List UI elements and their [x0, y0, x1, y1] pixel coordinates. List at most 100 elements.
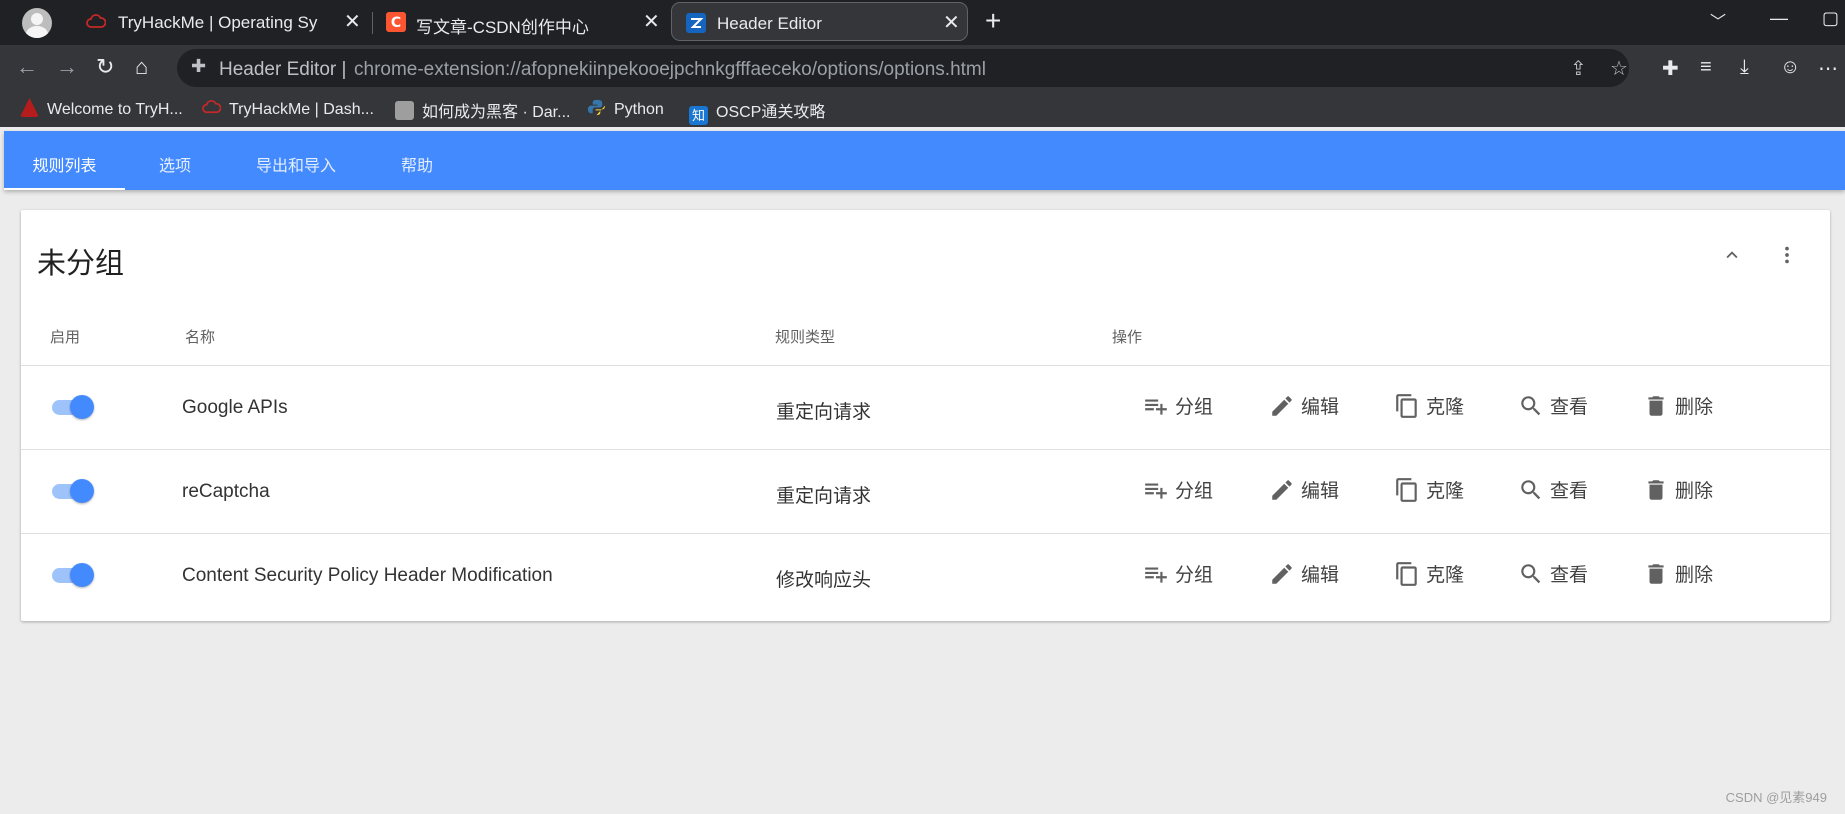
group-button[interactable]: 分组	[1143, 392, 1213, 422]
browser-tab-tryhackme[interactable]: TryHackMe | Operating System ✕	[82, 0, 365, 45]
delete-button[interactable]: 删除	[1643, 560, 1713, 590]
search-icon	[1521, 564, 1541, 584]
rule-type: 重定向请求	[776, 402, 872, 423]
bookmark-welcome-tryhackme[interactable]: Welcome to TryH...	[20, 98, 183, 120]
more-menu-icon[interactable]: ⋯	[1818, 56, 1838, 81]
browser-tab-header-editor[interactable]: Header Editor ✕	[671, 2, 968, 41]
edit-button[interactable]: 编辑	[1269, 392, 1339, 422]
bookmark-star-icon[interactable]: ☆	[1610, 56, 1628, 81]
pencil-icon	[1272, 396, 1292, 416]
rule-type: 重定向请求	[776, 486, 872, 507]
profile-avatar-icon[interactable]	[22, 8, 52, 38]
header-editor-logo-icon	[686, 13, 706, 33]
home-icon[interactable]: ⌂	[135, 54, 148, 80]
app-nav-bar: 规则列表 选项 导出和导入 帮助	[4, 131, 1845, 190]
bookmark-oscp[interactable]: 知 OSCP通关攻略	[689, 98, 825, 125]
rule-name: Google APIs	[182, 397, 288, 418]
rule-group-card: 未分组 启用 名称 规则类型 操作 Google APIs 重定向请求 分组 编…	[21, 210, 1830, 621]
column-header-name: 名称	[185, 329, 216, 346]
enable-toggle[interactable]	[52, 477, 94, 505]
account-icon[interactable]: ☺	[1780, 56, 1800, 79]
reading-list-icon[interactable]: ≡	[1700, 56, 1712, 79]
delete-button[interactable]: 删除	[1643, 476, 1713, 506]
bookmark-python[interactable]: Python	[587, 98, 664, 120]
column-header-type: 规则类型	[775, 329, 836, 346]
csdn-watermark: CSDN @见素949	[1725, 790, 1827, 805]
share-icon[interactable]: ⇪	[1570, 56, 1587, 81]
enable-toggle[interactable]	[52, 561, 94, 589]
zhihu-logo-icon: 知	[689, 106, 708, 125]
tab-help[interactable]: 帮助	[367, 131, 467, 190]
trash-icon	[1648, 564, 1664, 584]
collapse-chevron-up-icon[interactable]	[1721, 244, 1743, 266]
python-logo-icon	[587, 99, 606, 116]
csdn-logo-icon: C	[386, 12, 406, 32]
download-icon[interactable]: ⤓	[1740, 56, 1749, 79]
group-button[interactable]: 分组	[1143, 476, 1213, 506]
tryhackme-cloud-icon	[202, 99, 221, 114]
table-row: Google APIs 重定向请求 分组 编辑 克隆 查看 删除	[21, 366, 1830, 449]
table-row: Content Security Policy Header Modificat…	[21, 534, 1830, 617]
rule-name: reCaptcha	[182, 481, 270, 502]
bookmark-how-to-become-hacker[interactable]: 如何成为黑客 · Dar...	[395, 98, 570, 121]
tab-options[interactable]: 选项	[125, 131, 225, 190]
copy-icon	[1396, 562, 1417, 586]
bookmark-tryhackme-dashboard[interactable]: TryHackMe | Dash...	[202, 98, 374, 120]
close-tab-icon[interactable]: ✕	[943, 10, 960, 35]
extension-puzzle-icon: ✚	[191, 56, 207, 76]
enable-toggle[interactable]	[52, 393, 94, 421]
more-vert-icon[interactable]	[1776, 244, 1798, 266]
pencil-icon	[1272, 564, 1292, 584]
playlist-add-icon	[1145, 567, 1167, 583]
close-tab-icon[interactable]: ✕	[643, 9, 660, 34]
table-row: reCaptcha 重定向请求 分组 编辑 克隆 查看 删除	[21, 450, 1830, 533]
browser-toolbar: ← → ↻ ⌂ ✚ Header Editor | chrome-extensi…	[0, 45, 1845, 90]
omnibox-url[interactable]: chrome-extension://afopnekiinpekooejpchn…	[354, 59, 986, 81]
restore-window-icon[interactable]: ▢	[1822, 8, 1839, 29]
extensions-icon[interactable]: ✚	[1662, 56, 1679, 81]
tab-title: TryHackMe | Operating System	[118, 13, 318, 32]
header-editor-page: 规则列表 选项 导出和导入 帮助 未分组 启用 名称 规则类型 操作 Googl…	[4, 131, 1845, 814]
view-button[interactable]: 查看	[1518, 560, 1588, 590]
clone-button[interactable]: 克隆	[1394, 476, 1464, 506]
copy-icon	[1396, 478, 1417, 502]
angular-icon	[20, 98, 39, 117]
column-header-actions: 操作	[1112, 329, 1143, 346]
playlist-add-icon	[1145, 399, 1167, 415]
tab-separator	[372, 12, 373, 34]
reload-icon[interactable]: ↻	[96, 54, 114, 80]
group-button[interactable]: 分组	[1143, 560, 1213, 590]
clone-button[interactable]: 克隆	[1394, 392, 1464, 422]
search-icon	[1521, 480, 1541, 500]
tab-title: Header Editor	[717, 14, 822, 33]
rule-name: Content Security Policy Header Modificat…	[182, 565, 553, 586]
tab-export-import[interactable]: 导出和导入	[225, 131, 367, 190]
minimize-icon[interactable]: —	[1770, 8, 1788, 29]
pencil-icon	[1272, 480, 1292, 500]
edit-button[interactable]: 编辑	[1269, 476, 1339, 506]
address-bar[interactable]: ✚ Header Editor | chrome-extension://afo…	[177, 49, 1629, 87]
view-button[interactable]: 查看	[1518, 392, 1588, 422]
column-header-enabled: 启用	[50, 329, 81, 346]
close-tab-icon[interactable]: ✕	[344, 9, 361, 34]
trash-icon	[1648, 480, 1664, 500]
rule-type: 修改响应头	[776, 570, 872, 591]
search-icon	[1521, 396, 1541, 416]
omnibox-site-label: Header Editor |	[219, 59, 347, 80]
clone-button[interactable]: 克隆	[1394, 560, 1464, 590]
copy-icon	[1396, 394, 1417, 418]
edit-button[interactable]: 编辑	[1269, 560, 1339, 590]
view-button[interactable]: 查看	[1518, 476, 1588, 506]
forward-arrow-icon[interactable]: →	[56, 54, 78, 80]
new-tab-icon[interactable]: +	[985, 5, 1001, 37]
back-arrow-icon[interactable]: ←	[16, 54, 38, 80]
tab-search-chevron-icon[interactable]: ﹀	[1710, 8, 1726, 32]
tryhackme-cloud-icon	[86, 14, 106, 28]
tab-title: 写文章-CSDN创作中心	[416, 18, 589, 37]
tab-rule-list[interactable]: 规则列表	[4, 131, 125, 190]
browser-tab-csdn[interactable]: C 写文章-CSDN创作中心 ✕	[380, 0, 663, 45]
bookmarks-bar: Welcome to TryH... TryHackMe | Dash... 如…	[0, 90, 1845, 127]
delete-button[interactable]: 删除	[1643, 392, 1713, 422]
browser-tab-strip: TryHackMe | Operating System ✕ C 写文章-CSD…	[0, 0, 1845, 45]
page-thumbnail-icon	[395, 101, 414, 120]
